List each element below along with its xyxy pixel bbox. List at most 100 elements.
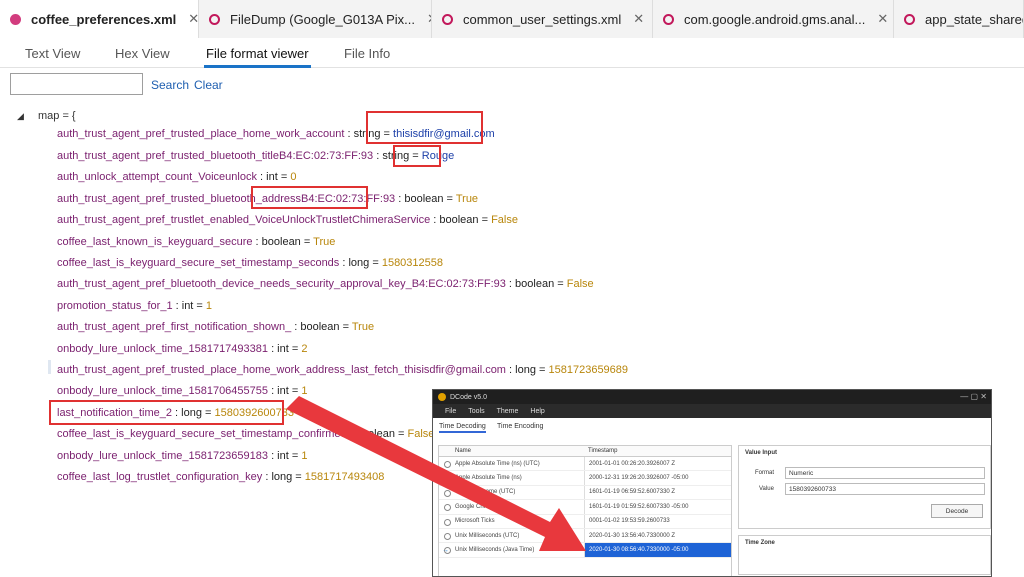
tab-label: coffee_preferences.xml xyxy=(31,11,177,27)
close-icon[interactable]: ✕ xyxy=(633,11,644,27)
result-name: Google Chrome (UTC) xyxy=(439,485,585,500)
preference-row[interactable]: onbody_lure_unlock_time_1581706455755 : … xyxy=(57,385,307,397)
preference-type: : long = xyxy=(262,471,305,483)
file-icon xyxy=(904,13,915,25)
dcode-logo-icon xyxy=(438,393,446,401)
window-controls[interactable]: — ▢ ✕ xyxy=(960,392,987,401)
tree-root-label: map = { xyxy=(38,110,76,122)
search-input[interactable] xyxy=(10,73,143,95)
dcode-result-row[interactable]: Apple Absolute Time (ns) 2000-12-31 19:26… xyxy=(439,471,731,486)
value-field[interactable]: 1580392600733 xyxy=(785,483,985,495)
preference-row[interactable]: auth_trust_agent_pref_bluetooth_device_n… xyxy=(57,278,594,290)
preference-row[interactable]: onbody_lure_unlock_time_1581723659183 : … xyxy=(57,450,307,462)
dcode-result-row[interactable]: Google Chrome (UTC) 1601-01-19 06:59:52.6… xyxy=(439,485,731,501)
clear-button[interactable]: Clear xyxy=(194,78,223,92)
grid-body: Apple Absolute Time (ns) (UTC) 2001-01-01… xyxy=(439,457,731,558)
column-name[interactable]: Name xyxy=(439,446,585,456)
preference-row[interactable]: auth_trust_agent_pref_trustlet_enabled_V… xyxy=(57,214,518,226)
menu-theme[interactable]: Theme xyxy=(497,408,519,415)
preference-type: : long = xyxy=(339,257,382,269)
preference-key: coffee_last_known_is_keyguard_secure xyxy=(57,236,253,248)
close-icon[interactable]: ✕ xyxy=(877,11,888,27)
preference-type: : boolean = xyxy=(346,428,408,440)
preference-value: 0 xyxy=(290,171,297,183)
menu-help[interactable]: Help xyxy=(530,408,544,415)
app-window: coffee_preferences.xml ✕ FileDump (Googl… xyxy=(0,0,1024,577)
preference-row[interactable]: coffee_last_log_trustlet_configuration_k… xyxy=(57,471,384,483)
tab-file-info[interactable]: File Info xyxy=(344,38,390,68)
result-timestamp: 2001-01-01 00:26:20.3926007 Z xyxy=(589,460,676,467)
preference-row[interactable]: auth_trust_agent_pref_trusted_bluetooth_… xyxy=(57,150,454,162)
preference-row[interactable]: last_notification_time_2 : long = 158039… xyxy=(57,407,294,419)
column-timestamp[interactable]: Timestamp xyxy=(585,446,620,456)
preference-key: auth_trust_agent_pref_bluetooth_device_n… xyxy=(57,278,506,290)
dcode-result-row[interactable]: Apple Absolute Time (ns) (UTC) 2001-01-01… xyxy=(439,457,731,472)
preference-row[interactable]: coffee_last_known_is_keyguard_secure : b… xyxy=(57,236,335,248)
dcode-result-row[interactable]: Google Chrome 1601-01-19 01:59:52.6007330… xyxy=(439,500,731,515)
dcode-result-row[interactable]: Microsoft Ticks 0001-01-02 19:53:59.26007… xyxy=(439,514,731,529)
preference-type: : int = xyxy=(268,343,302,355)
tab-file-format-viewer[interactable]: File format viewer xyxy=(204,38,311,68)
dcode-menu-bar: File Tools Theme Help xyxy=(433,404,991,418)
file-icon xyxy=(442,13,453,25)
dcode-title: DCode v5.0 xyxy=(450,393,487,401)
preference-key: coffee_last_is_keyguard_secure_set_times… xyxy=(57,428,347,440)
preference-key: auth_trust_agent_pref_first_notification… xyxy=(57,321,292,333)
preference-row[interactable]: onbody_lure_unlock_time_1581717493381 : … xyxy=(57,343,307,355)
format-select[interactable]: Numeric xyxy=(785,467,985,479)
tab-text-view[interactable]: Text View xyxy=(25,38,80,68)
menu-tools[interactable]: Tools xyxy=(468,408,484,415)
tab-time-decoding[interactable]: Time Decoding xyxy=(439,423,486,433)
preference-row[interactable]: auth_trust_agent_pref_first_notification… xyxy=(57,321,374,333)
tab-app-state-shared[interactable]: app_state_shared_ xyxy=(894,0,1024,38)
preference-key: promotion_status_for_1 xyxy=(57,300,173,312)
preference-row[interactable]: coffee_last_is_keyguard_secure_set_times… xyxy=(57,257,443,269)
tab-time-encoding[interactable]: Time Encoding xyxy=(497,423,543,430)
dcode-result-row[interactable]: Unix Milliseconds (UTC) 2020-01-30 13:56:… xyxy=(439,528,731,544)
preference-type: : boolean = xyxy=(505,278,567,290)
preference-key: coffee_last_is_keyguard_secure_set_times… xyxy=(57,257,340,269)
preference-type: : boolean = xyxy=(430,214,492,226)
preference-key: auth_trust_agent_pref_trustlet_enabled_V… xyxy=(57,214,431,226)
format-value: Numeric xyxy=(789,469,814,477)
result-timestamp: 2000-12-31 19:26:20.3926007 -05:00 xyxy=(589,475,689,482)
dcode-tab-bar: Time Decoding Time Encoding xyxy=(433,420,991,436)
row-selection-marker xyxy=(48,360,51,374)
preference-type: : boolean = xyxy=(252,236,314,248)
format-label: Format xyxy=(755,470,775,476)
preference-type: : int = xyxy=(268,450,302,462)
document-tab-bar: coffee_preferences.xml ✕ FileDump (Googl… xyxy=(0,0,1024,38)
preference-value: True xyxy=(351,321,375,333)
preference-key: auth_unlock_attempt_count_Voiceunlock xyxy=(57,171,257,183)
tab-coffee-preferences[interactable]: coffee_preferences.xml ✕ xyxy=(0,0,199,38)
result-name: Apple Absolute Time (ns) (UTC) xyxy=(439,457,585,471)
tab-filedump[interactable]: FileDump (Google_G013A Pix... ✕ xyxy=(199,0,432,38)
tab-gms-analytics[interactable]: com.google.android.gms.anal... ✕ xyxy=(653,0,894,38)
tab-hex-view[interactable]: Hex View xyxy=(115,38,170,68)
menu-file[interactable]: File xyxy=(445,408,456,415)
search-button[interactable]: Search xyxy=(151,78,189,92)
preference-row[interactable]: auth_trust_agent_pref_trusted_bluetooth_… xyxy=(57,193,478,205)
preference-type: : int = xyxy=(268,385,302,397)
preference-value: False xyxy=(407,428,435,440)
preference-type: : long = xyxy=(505,364,549,376)
preference-value: False xyxy=(491,214,518,226)
preference-key: auth_trust_agent_pref_trusted_place_home… xyxy=(57,364,506,376)
preference-row[interactable]: auth_trust_agent_pref_trusted_place_home… xyxy=(57,128,495,140)
preference-key: auth_trust_agent_pref_trusted_place_home… xyxy=(57,128,345,140)
result-name: Microsoft Ticks xyxy=(439,514,585,528)
close-icon[interactable]: ✕ xyxy=(188,11,198,27)
decode-button[interactable]: Decode xyxy=(931,504,983,518)
preference-row[interactable]: auth_unlock_attempt_count_Voiceunlock : … xyxy=(57,171,296,183)
dcode-window: DCode v5.0 — ▢ ✕ File Tools Theme Help T… xyxy=(432,389,992,577)
dcode-result-row[interactable]: Unix Milliseconds (Java Time) 2020-01-30 … xyxy=(439,543,731,558)
preference-row[interactable]: promotion_status_for_1 : int = 1 xyxy=(57,300,212,312)
preference-row[interactable]: auth_trust_agent_pref_trusted_place_home… xyxy=(57,364,628,376)
preference-value: 1 xyxy=(301,385,308,397)
tab-common-user-settings[interactable]: common_user_settings.xml ✕ xyxy=(432,0,653,38)
preference-row[interactable]: coffee_last_is_keyguard_secure_set_times… xyxy=(57,428,434,440)
preference-key: coffee_last_log_trustlet_configuration_k… xyxy=(57,471,263,483)
result-timestamp: 0001-01-02 19:53:59.2600733 xyxy=(589,518,670,525)
collapse-triangle-icon[interactable]: ◢ xyxy=(17,111,24,122)
tab-label: app_state_shared_ xyxy=(925,11,1023,27)
